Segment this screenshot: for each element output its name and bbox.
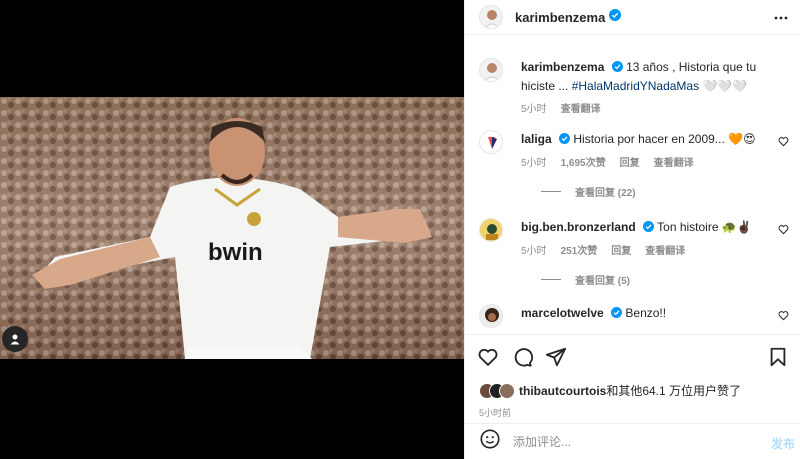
- comment-text: Benzo!!: [625, 306, 667, 320]
- comment-body: laliga Historia por hacer en 2009... 🧡😍 …: [521, 130, 761, 173]
- comment-text: Historia por hacer en 2009... 🧡😍: [573, 132, 756, 146]
- comment-meta: 5小时 1,695次赞 回复 查看翻译: [521, 155, 761, 173]
- liker-avatar: [499, 382, 515, 399]
- comment-text: Ton histoire 🐢✌🏿: [657, 220, 752, 234]
- verified-badge-icon: [611, 305, 623, 323]
- translate-link[interactable]: 查看翻译: [654, 155, 694, 173]
- post-header: karimbenzema: [465, 0, 800, 35]
- reply-button[interactable]: 回复: [611, 243, 631, 261]
- comment-username[interactable]: laliga: [521, 132, 552, 146]
- verified-badge-icon: [559, 131, 571, 149]
- comment-likes[interactable]: 251次赞: [561, 243, 598, 261]
- caption-body: karimbenzema 13 años , Historia que tu h…: [521, 58, 761, 119]
- liker-username[interactable]: thibautcourtois: [519, 384, 606, 398]
- instagram-post-modal: bwin karimbenzema karimbenzema 13 años ,…: [0, 0, 800, 459]
- liker-avatars: [479, 382, 515, 399]
- verified-badge-icon: [611, 59, 623, 77]
- view-replies-label[interactable]: 查看回复 (22): [575, 184, 636, 199]
- verified-badge-icon: [643, 219, 655, 237]
- comment-username[interactable]: marcelotwelve: [521, 306, 604, 320]
- comment-body: marcelotwelve Benzo!!: [521, 304, 761, 323]
- commenter-avatar[interactable]: [479, 130, 503, 154]
- caption-time[interactable]: 5小时: [521, 101, 547, 119]
- share-paper-plane-icon[interactable]: [545, 346, 567, 373]
- comment-input[interactable]: [513, 434, 743, 449]
- jersey-sponsor-text: bwin: [208, 239, 263, 266]
- post-timestamp[interactable]: 5小时前: [479, 406, 511, 419]
- post-details-pane: karimbenzema karimbenzema 13 años , Hist…: [464, 0, 800, 459]
- likes-summary[interactable]: thibautcourtois 和其他64.1 万位用户赞了: [479, 382, 741, 399]
- post-media-area: bwin: [0, 0, 464, 459]
- commenter-avatar[interactable]: [479, 304, 503, 328]
- reply-button[interactable]: 回复: [620, 155, 640, 173]
- post-photo[interactable]: bwin: [0, 97, 464, 359]
- smiley-icon[interactable]: [479, 428, 501, 455]
- comment-time[interactable]: 5小时: [521, 243, 547, 261]
- likes-count-text[interactable]: 和其他64.1 万位用户赞了: [606, 382, 741, 399]
- person-icon: [10, 334, 20, 345]
- caption: karimbenzema 13 años , Historia que tu h…: [479, 58, 789, 115]
- save-bookmark-icon[interactable]: [767, 346, 789, 373]
- comments-list: karimbenzema 13 años , Historia que tu h…: [465, 36, 800, 334]
- comment-time[interactable]: 5小时: [521, 155, 547, 173]
- replies-divider-line: [541, 191, 561, 192]
- author-avatar[interactable]: [479, 5, 503, 29]
- author-avatar[interactable]: [479, 58, 503, 82]
- add-comment-bar: 发布: [465, 423, 800, 459]
- tagged-users-button[interactable]: [2, 326, 28, 352]
- author-username[interactable]: karimbenzema: [515, 10, 605, 25]
- comment-item: laliga Historia por hacer en 2009... 🧡😍 …: [479, 130, 789, 170]
- comment-item: marcelotwelve Benzo!!: [479, 304, 789, 334]
- commenter-avatar[interactable]: [479, 218, 503, 242]
- post-actions-bar: [465, 334, 800, 378]
- comment-item: big.ben.bronzerland Ton histoire 🐢✌🏿 5小时…: [479, 218, 789, 258]
- caption-hashtag-link[interactable]: #HalaMadridYNadaMas: [572, 79, 699, 93]
- translate-link[interactable]: 查看翻译: [645, 243, 685, 261]
- comment-like-heart-icon[interactable]: [778, 134, 789, 152]
- comment-body: big.ben.bronzerland Ton histoire 🐢✌🏿 5小时…: [521, 218, 761, 261]
- like-heart-icon[interactable]: [477, 346, 499, 373]
- caption-meta: 5小时 查看翻译: [521, 101, 761, 119]
- view-replies-button[interactable]: 查看回复 (22): [541, 184, 636, 199]
- comment-username[interactable]: big.ben.bronzerland: [521, 220, 636, 234]
- caption-username[interactable]: karimbenzema: [521, 60, 604, 74]
- comment-meta: 5小时 251次赞 回复 查看翻译: [521, 243, 761, 261]
- caption-translate-link[interactable]: 查看翻译: [561, 101, 601, 119]
- stadium-photo: bwin: [0, 97, 464, 359]
- caption-emoji: 🤍🤍🤍: [702, 78, 748, 93]
- view-replies-label[interactable]: 查看回复 (5): [575, 272, 630, 287]
- comment-like-heart-icon[interactable]: [778, 222, 789, 240]
- more-options-icon[interactable]: [773, 10, 789, 31]
- verified-badge-icon: [609, 8, 622, 26]
- comment-likes[interactable]: 1,695次赞: [561, 155, 606, 173]
- comment-bubble-icon[interactable]: [511, 346, 534, 373]
- post-comment-button[interactable]: 发布: [771, 435, 795, 452]
- comment-like-heart-icon[interactable]: [778, 308, 789, 326]
- view-replies-button[interactable]: 查看回复 (5): [541, 272, 630, 287]
- replies-divider-line: [541, 279, 561, 280]
